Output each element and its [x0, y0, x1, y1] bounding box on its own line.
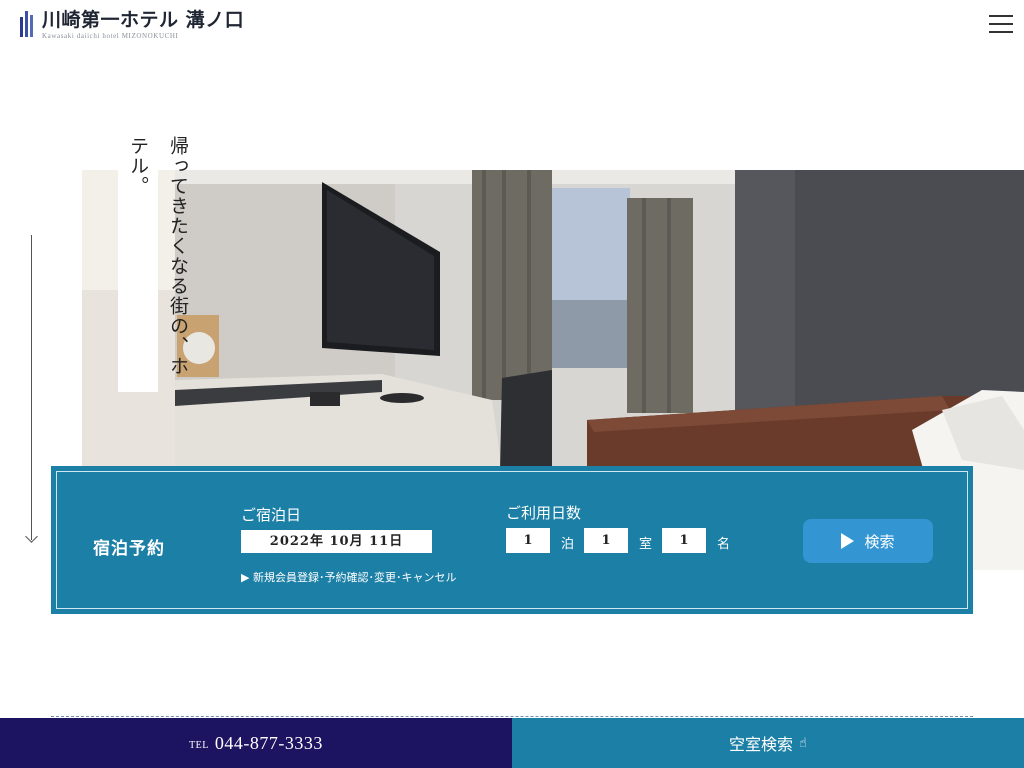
play-icon [841, 533, 855, 549]
guests-select[interactable]: 1 [662, 528, 706, 553]
member-registration-link[interactable]: ▶ 新規会員登録･予約確認･変更･キャンセル [241, 569, 456, 585]
logo-text: 川崎第一ホテル 溝ノ口 Kawasaki daiichi hotel MIZON… [42, 9, 244, 40]
logo-mark-icon [20, 9, 34, 37]
logo-subtitle: Kawasaki daiichi hotel MIZONOKUCHI [42, 32, 179, 40]
tel-label: TEL [189, 739, 209, 751]
phone-call-button[interactable]: TEL 044-877-3333 [0, 718, 512, 768]
booking-title: 宿泊予約 [93, 539, 165, 559]
nights-select[interactable]: 1 [506, 528, 550, 553]
vacancy-search-button[interactable]: 空室検索 ☝ [512, 718, 1024, 768]
nights-unit-label: 泊 [561, 537, 575, 552]
logo-title: 川崎第一ホテル 溝ノ口 [42, 9, 245, 31]
hamburger-menu-icon[interactable] [989, 15, 1013, 33]
stay-date-label: ご宿泊日 [241, 506, 302, 524]
usage-days-label: ご利用日数 [506, 504, 582, 522]
dashed-divider [51, 716, 973, 717]
vacancy-search-label: 空室検索 [729, 735, 794, 754]
hero-tagline-text: 帰ってきたくなる街の、ホテル。 [127, 136, 189, 376]
scroll-down-arrow-icon [25, 530, 38, 543]
search-button-label: 検索 [864, 532, 895, 551]
tel-number: 044-877-3333 [214, 732, 323, 753]
booking-panel-frame: 宿泊予約 ご宿泊日 2022年 10月 11日 ▶ 新規会員登録･予約確認･変更… [56, 471, 968, 609]
search-button[interactable]: 検索 [803, 519, 933, 563]
booking-panel: 宿泊予約 ご宿泊日 2022年 10月 11日 ▶ 新規会員登録･予約確認･変更… [51, 466, 973, 614]
rooms-select[interactable]: 1 [584, 528, 628, 553]
scroll-indicator-line [31, 235, 32, 540]
guests-unit-label: 名 [717, 537, 731, 552]
pointer-hand-icon: ☝ [799, 735, 807, 751]
hotel-logo[interactable]: 川崎第一ホテル 溝ノ口 Kawasaki daiichi hotel MIZON… [20, 9, 244, 40]
stay-date-field[interactable]: 2022年 10月 11日 [241, 530, 432, 553]
hero-tagline: 帰ってきたくなる街の、ホテル。 [118, 132, 189, 392]
rooms-unit-label: 室 [639, 537, 653, 552]
